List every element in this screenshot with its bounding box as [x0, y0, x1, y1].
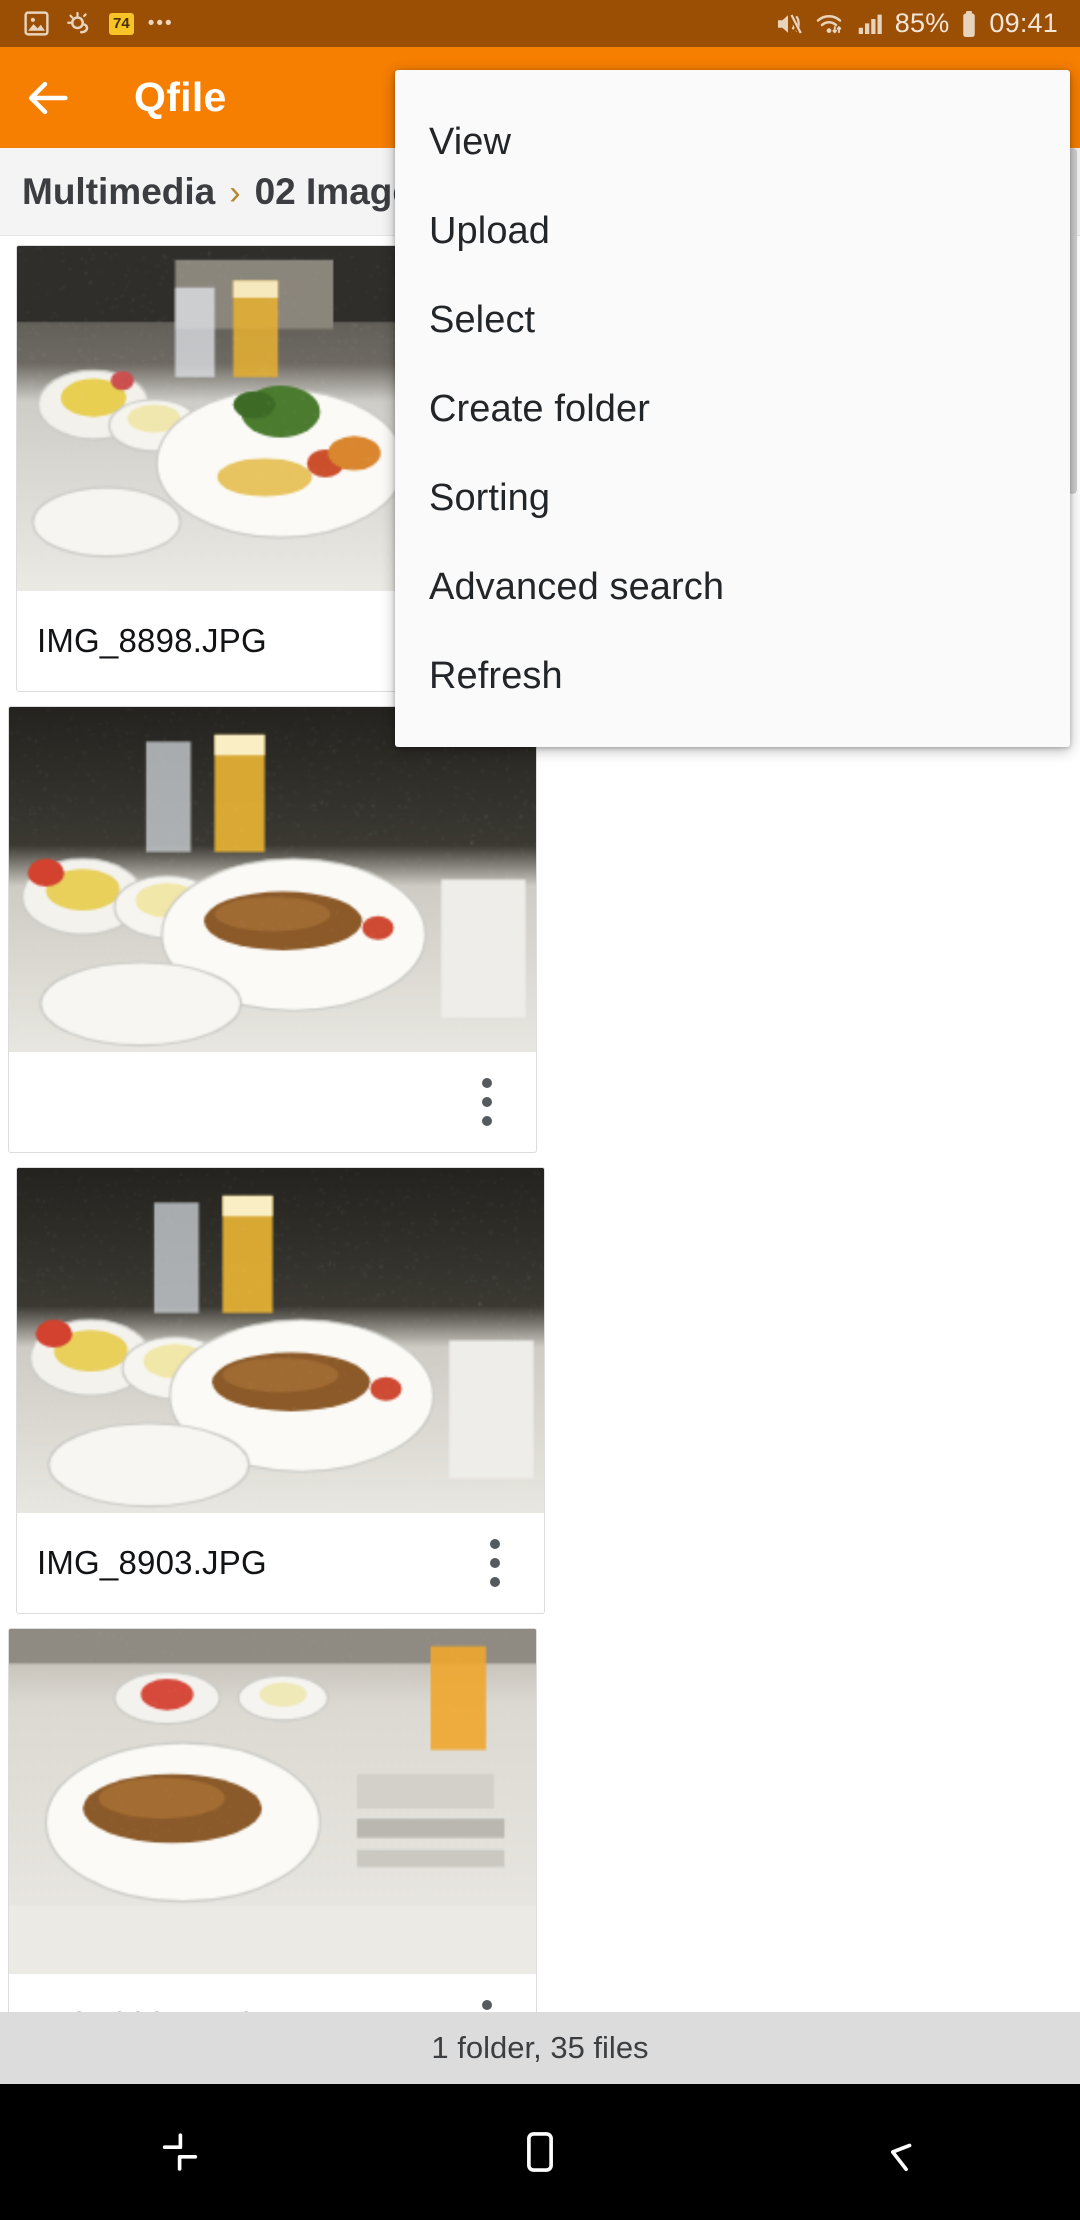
more-options-icon[interactable]	[460, 1066, 514, 1138]
recents-icon	[162, 2133, 198, 2171]
back-button[interactable]	[0, 47, 96, 148]
home-button[interactable]	[360, 2084, 720, 2220]
menu-item-select[interactable]: Select	[395, 276, 1070, 365]
back-nav-button[interactable]	[720, 2084, 1080, 2220]
file-thumbnail[interactable]	[9, 707, 536, 1052]
signal-icon	[858, 14, 882, 34]
file-card[interactable]: IMG_8903.JPG	[16, 1167, 545, 1614]
menu-item-create-folder[interactable]: Create folder	[395, 365, 1070, 454]
more-dots-icon: •••	[147, 13, 174, 34]
breadcrumb-part-1[interactable]: 02 Image	[255, 171, 413, 212]
calendar-badge-icon: 74	[109, 12, 134, 35]
battery-icon	[963, 10, 976, 37]
menu-item-label: View	[429, 121, 512, 163]
file-count-label: 1 folder, 35 files	[431, 2030, 649, 2065]
menu-item-label: Advanced search	[429, 566, 725, 608]
clock-label: 09:41	[989, 8, 1058, 38]
menu-item-sorting[interactable]: Sorting	[395, 454, 1070, 543]
image-icon	[24, 11, 49, 36]
wifi-icon	[816, 14, 842, 33]
more-options-icon[interactable]	[468, 1527, 522, 1599]
breadcrumb-text: Multimedia › 02 Image	[22, 171, 413, 213]
system-nav-bar	[0, 2084, 1080, 2220]
overflow-menu[interactable]: View Upload Select Create folder Sorting…	[395, 70, 1070, 747]
recents-button[interactable]	[0, 2084, 360, 2220]
weather-icon	[67, 11, 89, 33]
back-icon	[890, 2143, 912, 2172]
chevron-right-icon: ›	[229, 173, 241, 212]
menu-item-label: Upload	[429, 210, 551, 252]
status-footer: 1 folder, 35 files	[0, 2012, 1080, 2084]
file-card-row	[9, 1052, 536, 1152]
file-card-row: IMG_8903.JPG	[17, 1513, 544, 1613]
status-bar-left: 74 •••	[22, 9, 174, 39]
breadcrumb-part-0[interactable]: Multimedia	[22, 171, 215, 212]
file-card[interactable]	[8, 706, 537, 1153]
status-bar-right: 85% 09:41	[773, 9, 1058, 39]
back-arrow-icon	[28, 81, 68, 114]
menu-item-label: Refresh	[429, 655, 563, 697]
file-thumbnail[interactable]	[9, 1629, 536, 1974]
file-thumbnail[interactable]	[17, 1168, 544, 1513]
home-icon	[527, 2132, 553, 2172]
file-name: IMG_8903.JPG	[37, 1544, 267, 1581]
page-title: Qfile	[134, 74, 227, 120]
more-options-icon[interactable]	[460, 1988, 514, 2012]
menu-item-advanced-search[interactable]: Advanced search	[395, 543, 1070, 632]
file-name: IMG_8904.JPG	[29, 2005, 460, 2012]
app-root: 74 ••• 85% 09:41 Qfile Multimedia › 02 I…	[0, 0, 1080, 2220]
status-bar: 74 ••• 85% 09:41	[0, 0, 1080, 47]
file-card-row: IMG_8904.JPG	[9, 1974, 536, 2012]
menu-item-label: Sorting	[429, 477, 551, 519]
file-card[interactable]: IMG_8904.JPG	[8, 1628, 537, 2012]
battery-percent-label: 85%	[894, 8, 950, 38]
menu-item-refresh[interactable]: Refresh	[395, 632, 1070, 721]
menu-item-label: Select	[429, 299, 536, 341]
menu-item-upload[interactable]: Upload	[395, 187, 1070, 276]
menu-item-label: Create folder	[429, 388, 650, 430]
mute-icon	[777, 13, 802, 34]
menu-item-view[interactable]: View	[395, 98, 1070, 187]
